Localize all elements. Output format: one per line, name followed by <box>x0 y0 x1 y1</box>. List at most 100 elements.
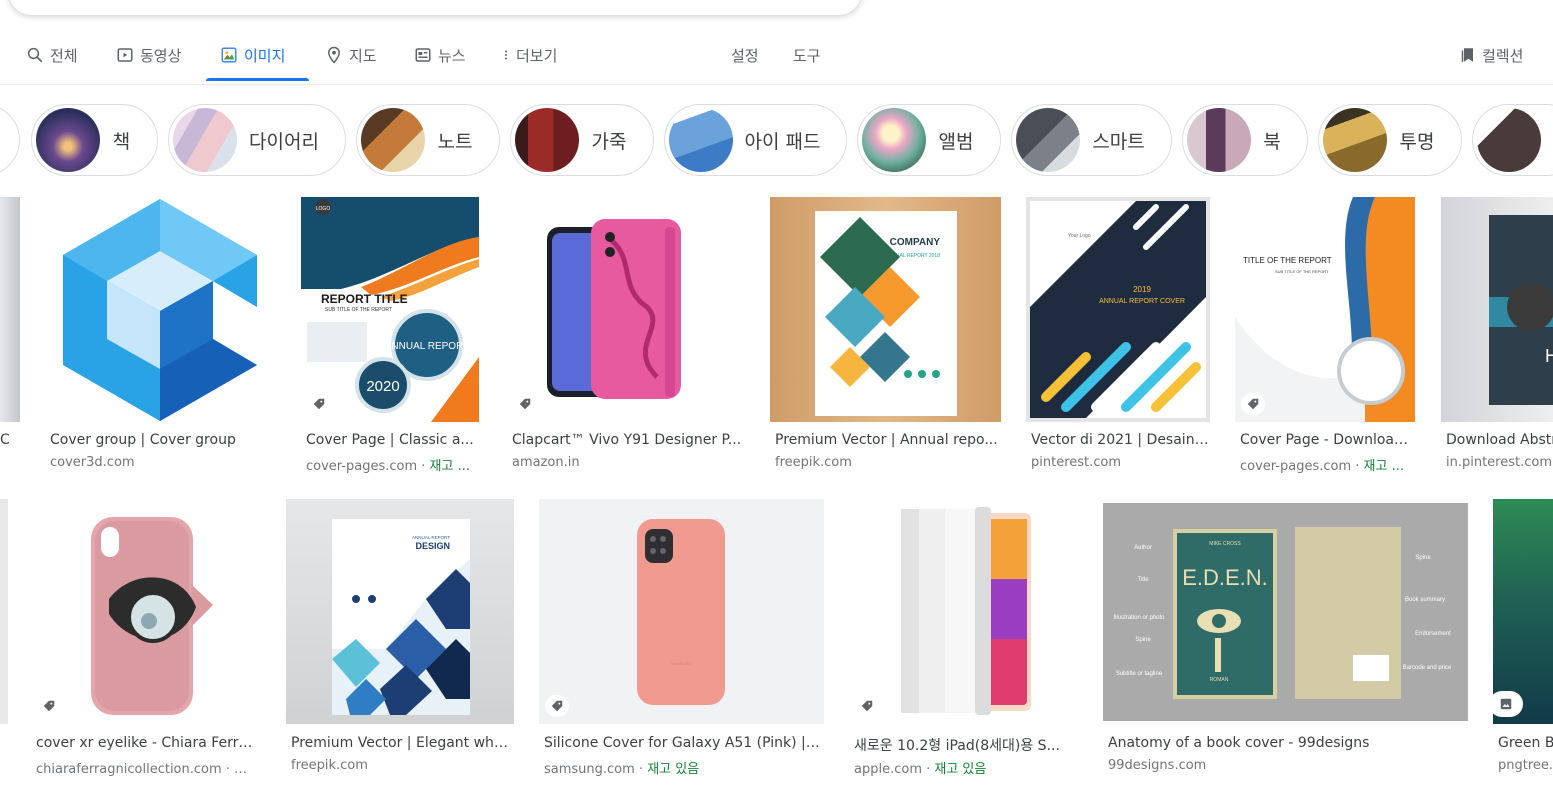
chip-thumbnail <box>1016 108 1080 172</box>
collections-link[interactable]: 컬렉션 <box>1458 42 1523 68</box>
tab-maps[interactable]: 지도 <box>325 42 377 68</box>
result-image <box>31 499 261 724</box>
result-title: C <box>0 432 10 448</box>
image-caption-text: Your Logo <box>1068 233 1091 239</box>
collections-label: 컬렉션 <box>1482 46 1524 65</box>
result-image: SAMSUNG <box>539 499 824 724</box>
chip-partial-right[interactable] <box>1472 104 1553 176</box>
image-caption-text: Illustration or photo <box>1113 615 1165 621</box>
search-box[interactable] <box>8 0 862 16</box>
settings-label: 설정 <box>731 46 759 65</box>
chip-book-2[interactable]: 북 <box>1182 104 1308 176</box>
result-source: in.pinterest.com <box>1446 455 1553 470</box>
chip-ipad[interactable]: 아이 패드 <box>664 104 847 176</box>
result-card[interactable]: ANNUAL REPORT DESIGN Premium Vector | El… <box>286 499 514 779</box>
chip-thumbnail <box>1323 108 1387 172</box>
result-image <box>0 197 20 422</box>
image-caption-text: Endorsement <box>1415 631 1451 637</box>
chip-partial[interactable] <box>0 104 20 176</box>
result-card[interactable]: Clapcart™ Vivo Y91 Designer P... amazon.… <box>507 197 745 477</box>
result-card[interactable]: Your Logo 2019 ANNUAL REPORT COVER Vecto… <box>1026 197 1210 477</box>
result-card[interactable]: Cover group | Cover group cover3d.com <box>45 197 276 477</box>
tab-more[interactable]: 더보기 <box>500 42 557 68</box>
image-caption-text: Subtitle or tagline <box>1116 671 1163 677</box>
chip-thumbnail <box>669 108 733 172</box>
image-caption-text: Author <box>1134 545 1152 551</box>
result-card[interactable]: 새로운 10.2형 iPad(8세대)용 S... apple.com · 재고… <box>849 499 1078 779</box>
result-card-partial[interactable] <box>0 499 8 779</box>
result-source: samsung.com · 재고 있음 <box>544 762 700 777</box>
result-title: Premium Vector | Elegant whi... <box>291 735 511 751</box>
image-caption-text: E.D.E.N. <box>1182 565 1268 590</box>
chip-leather[interactable]: 가죽 <box>510 104 654 176</box>
result-source: cover-pages.com · 재고 ... <box>306 459 470 474</box>
tab-label: 전체 <box>50 46 78 65</box>
result-image <box>507 197 745 422</box>
tab-videos[interactable]: 동영상 <box>116 42 181 68</box>
chip-label: 책 <box>112 130 131 153</box>
tools-label: 도구 <box>793 46 821 65</box>
result-card[interactable]: COMPANY ANNUAL REPORT 2018 Premium Vecto… <box>770 197 1001 477</box>
image-caption-text: 2019 <box>1133 285 1151 294</box>
result-card[interactable]: SAMSUNG Silicone Cover for Galaxy A51 (P… <box>539 499 824 779</box>
result-source: freepik.com <box>775 455 852 470</box>
shopping-tag-icon <box>1241 393 1265 415</box>
result-image <box>45 197 276 422</box>
result-image: TITLE OF THE REPORT SUB TITLE OF THE REP… <box>1235 197 1415 422</box>
chip-transparent[interactable]: 투명 <box>1318 104 1462 176</box>
svg-text:LOGO: LOGO <box>316 206 331 212</box>
result-title: Vector di 2021 | Desain ... <box>1031 432 1209 448</box>
related-chips: 책 다이어리 노트 가죽 아이 패드 앨범 스마트 북 투명 <box>0 104 1553 178</box>
chip-note[interactable]: 노트 <box>356 104 500 176</box>
result-card[interactable]: LOGO REPORT TITLE SUB TITLE OF THE REPOR… <box>301 197 479 477</box>
result-image: Your Logo 2019 ANNUAL REPORT COVER <box>1026 197 1210 422</box>
result-card[interactable]: Green B pngtree.c <box>1493 499 1553 779</box>
tab-label: 동영상 <box>140 46 182 65</box>
result-title: Anatomy of a book cover - 99designs <box>1108 735 1370 751</box>
result-source: pngtree.c <box>1498 758 1553 773</box>
tab-images[interactable]: 이미지 <box>220 42 285 68</box>
result-image: ANNUAL REPORT DESIGN <box>286 499 514 724</box>
result-title: Cover Page | Classic a... <box>306 432 474 448</box>
shopping-tag-icon <box>545 695 569 717</box>
result-image <box>1493 499 1553 724</box>
image-caption-text: Barcode and price <box>1403 665 1452 671</box>
result-card[interactable]: TITLE OF THE REPORT SUB TITLE OF THE REP… <box>1235 197 1415 477</box>
image-caption-text: COMPANY <box>890 237 941 248</box>
result-card[interactable]: cover xr eyelike - Chiara Ferra... chiar… <box>31 499 261 779</box>
result-card[interactable]: H Download Abstr in.pinterest.com <box>1441 197 1553 477</box>
result-image: LOGO REPORT TITLE SUB TITLE OF THE REPOR… <box>301 197 479 422</box>
image-caption-text: ANNUAL REPORT <box>412 535 450 540</box>
image-caption-text: REPORT TITLE <box>321 292 408 306</box>
image-caption-text: SUB TITLE OF THE REPORT <box>1275 269 1329 274</box>
tab-bar: 전체 동영상 이미지 지도 뉴스 더보기 설정 도구 컬렉션 <box>0 30 1553 85</box>
chip-label: 투명 <box>1399 130 1435 153</box>
chip-thumbnail <box>1477 108 1541 172</box>
shopping-tag-icon <box>855 695 879 717</box>
shopping-tag-icon <box>37 695 61 717</box>
result-source: apple.com · 재고 있음 <box>854 762 987 777</box>
image-caption-text: ANNUAL REPORT COVER <box>1099 298 1185 305</box>
chip-thumbnail <box>361 108 425 172</box>
map-pin-icon <box>327 46 341 64</box>
chip-smart[interactable]: 스마트 <box>1011 104 1172 176</box>
chip-book[interactable]: 책 <box>31 104 158 176</box>
image-icon <box>221 47 237 63</box>
chip-diary[interactable]: 다이어리 <box>168 104 346 176</box>
result-card-partial[interactable]: C <box>0 197 20 477</box>
image-caption-text: ANNUAL REPORT <box>385 341 469 352</box>
image-badge-icon <box>1493 691 1523 717</box>
chip-album[interactable]: 앨범 <box>857 104 1001 176</box>
image-caption-text: ROMAN <box>1210 677 1229 683</box>
result-title: Silicone Cover for Galaxy A51 (Pink) | .… <box>544 735 820 751</box>
result-card[interactable]: MIKE CROSS E.D.E.N. ROMAN Author Title I… <box>1103 503 1468 779</box>
result-image: MIKE CROSS E.D.E.N. ROMAN Author Title I… <box>1103 503 1468 721</box>
settings-link[interactable]: 설정 <box>731 42 759 68</box>
tab-all[interactable]: 전체 <box>26 42 78 68</box>
more-vert-icon <box>505 50 507 60</box>
bookmark-icon <box>1461 48 1473 63</box>
tools-link[interactable]: 도구 <box>793 42 821 68</box>
tab-news[interactable]: 뉴스 <box>414 42 466 68</box>
image-caption-text: Title <box>1137 577 1149 583</box>
tab-label: 지도 <box>349 46 377 65</box>
